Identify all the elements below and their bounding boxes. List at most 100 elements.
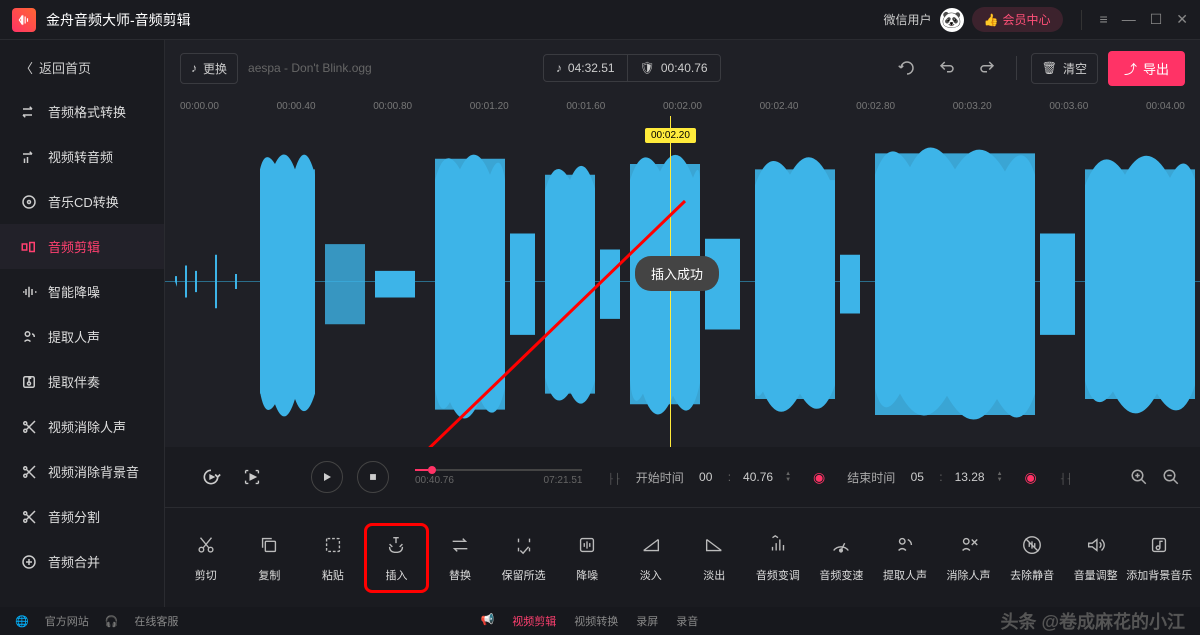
sidebar-item-cd-convert[interactable]: 音乐CD转换 [0,179,164,224]
export-button[interactable]: ⤴ 导出 [1108,51,1185,86]
playback-controls: 00:40.7607:21.51 ⸠⸠ 开始时间 : ▲▼ ◉ 结束时间 : ▲… [165,447,1200,507]
tool-replace[interactable]: 替换 [429,525,491,591]
copy-icon [257,533,281,557]
remove-vocal-icon [957,533,981,557]
toast-insert-success: 插入成功 [635,256,719,291]
scissors-icon [20,463,38,481]
export-icon: ⤴ [1124,59,1137,78]
denoise-icon [575,533,599,557]
content: ♪ 更换 aespa - Don't Blink.ogg ♪04:32.51 🛡… [165,40,1200,607]
sidebar: 〈 返回首页 音频格式转换 视频转音频 音乐CD转换 音频剪辑 智能降噪 提取人… [0,40,165,607]
start-ss-input[interactable] [737,470,779,484]
filename-label: aespa - Don't Blink.ogg [248,61,372,75]
close-icon[interactable]: ✕ [1176,11,1188,28]
chevron-left-icon: 〈 [20,58,33,77]
tool-paste[interactable]: 粘贴 [302,525,364,591]
official-site-link[interactable]: 官方网站 [45,613,89,629]
tool-row: 剪切 复制 粘贴 插入 替换 保留所选 降噪 淡入 淡出 音频变调 音频变速 提… [165,507,1200,607]
tool-copy[interactable]: 复制 [239,525,301,591]
sidebar-item-video-remove-bg[interactable]: 视频消除背景音 [0,449,164,494]
zoom-in-button[interactable] [1130,468,1148,486]
footer-tab-video-convert[interactable]: 视频转换 [574,613,618,629]
maximize-icon[interactable]: ☐ [1150,11,1163,28]
sidebar-item-video-remove-vocal[interactable]: 视频消除人声 [0,404,164,449]
undo-button[interactable] [892,53,922,83]
speed-icon [829,533,853,557]
tool-pitch[interactable]: 音频变调 [747,525,809,591]
thumbs-up-icon: 👍 [984,13,999,27]
avatar[interactable]: 🐼 [940,8,964,32]
tool-remove-silence[interactable]: 去除静音 [1001,525,1063,591]
tool-extract-vocal[interactable]: 提取人声 [874,525,936,591]
tool-denoise[interactable]: 降噪 [556,525,618,591]
toolbar: ♪ 更换 aespa - Don't Blink.ogg ♪04:32.51 🛡… [165,40,1200,96]
vip-button[interactable]: 👍 会员中心 [972,7,1063,32]
end-ss-input[interactable] [949,470,991,484]
start-time-group: 开始时间 : ▲▼ [636,469,791,486]
zoom-out-button[interactable] [1162,468,1180,486]
footer-tab-video-edit[interactable]: 视频剪辑 [512,613,556,629]
marker-end-icon[interactable]: ◉ [1025,469,1037,486]
back-button[interactable]: 〈 返回首页 [0,46,164,89]
fade-out-icon [702,533,726,557]
sidebar-item-audio-split[interactable]: 音频分割 [0,494,164,539]
noise-icon [20,283,38,301]
online-service-link[interactable]: 在线客服 [134,613,178,629]
end-time-group: 结束时间 : ▲▼ [847,469,1002,486]
play-button[interactable] [311,461,343,493]
merge-icon [20,553,38,571]
tool-add-bgm[interactable]: 添加背景音乐 [1128,525,1190,591]
clear-button[interactable]: 🗑 清空 [1031,53,1098,84]
stop-button[interactable] [357,461,389,493]
replace-file-button[interactable]: ♪ 更换 [180,53,238,84]
tool-volume[interactable]: 音量调整 [1065,525,1127,591]
user-label[interactable]: 微信用户 [884,11,932,28]
cd-icon [20,193,38,211]
tool-fade-out[interactable]: 淡出 [684,525,746,591]
tool-keep-selection[interactable]: 保留所选 [493,525,555,591]
mute-icon [1020,533,1044,557]
scissors-icon [20,508,38,526]
convert-icon [20,103,38,121]
loop-button[interactable] [195,461,227,493]
start-spinner[interactable]: ▲▼ [785,471,791,483]
sidebar-item-noise-reduce[interactable]: 智能降噪 [0,269,164,314]
redo-forward-button[interactable] [972,53,1002,83]
trash-icon: 🗑 [1042,61,1057,75]
menu-icon[interactable]: ≡ [1100,11,1108,28]
sidebar-item-extract-vocal[interactable]: 提取人声 [0,314,164,359]
scissors-icon [20,418,38,436]
tool-insert[interactable]: 插入 [366,525,428,591]
waveform-area[interactable]: 00:02.20 插入成功 [165,116,1200,447]
headset-icon: 🎧 [105,615,119,628]
megaphone-icon: 📢 [481,613,495,629]
start-mm-input[interactable] [690,470,722,484]
footer-tab-screen-record[interactable]: 录屏 [636,613,658,629]
watermark: 头条 @卷成麻花的小江 [1000,608,1185,634]
footer-tab-audio-record[interactable]: 录音 [676,613,698,629]
tool-speed[interactable]: 音频变速 [811,525,873,591]
playhead-time-label: 00:02.20 [645,128,696,143]
sidebar-item-extract-accompaniment[interactable]: 提取伴奏 [0,359,164,404]
redo-back-button[interactable] [932,53,962,83]
pitch-icon [766,533,790,557]
sidebar-item-format-convert[interactable]: 音频格式转换 [0,89,164,134]
sidebar-item-video-to-audio[interactable]: 视频转音频 [0,134,164,179]
bracket-right-icon: ⸡⸡ [1059,469,1072,486]
app-title: 金舟音频大师-音频剪辑 [46,10,884,30]
sidebar-item-audio-merge[interactable]: 音频合并 [0,539,164,584]
minimize-icon[interactable]: — [1122,11,1136,28]
end-mm-input[interactable] [901,470,933,484]
progress-bar[interactable]: 00:40.7607:21.51 [415,469,582,486]
accompaniment-icon [20,373,38,391]
selection-play-button[interactable] [241,466,263,488]
tool-remove-vocal[interactable]: 消除人声 [938,525,1000,591]
music-note-icon: ♪ [191,61,197,75]
fade-in-icon [639,533,663,557]
marker-start-icon[interactable]: ◉ [813,469,825,486]
tool-fade-in[interactable]: 淡入 [620,525,682,591]
sidebar-item-audio-edit[interactable]: 音频剪辑 [0,224,164,269]
titlebar: 金舟音频大师-音频剪辑 微信用户 🐼 👍 会员中心 ≡ — ☐ ✕ [0,0,1200,40]
tool-cut[interactable]: 剪切 [175,525,237,591]
end-spinner[interactable]: ▲▼ [997,471,1003,483]
